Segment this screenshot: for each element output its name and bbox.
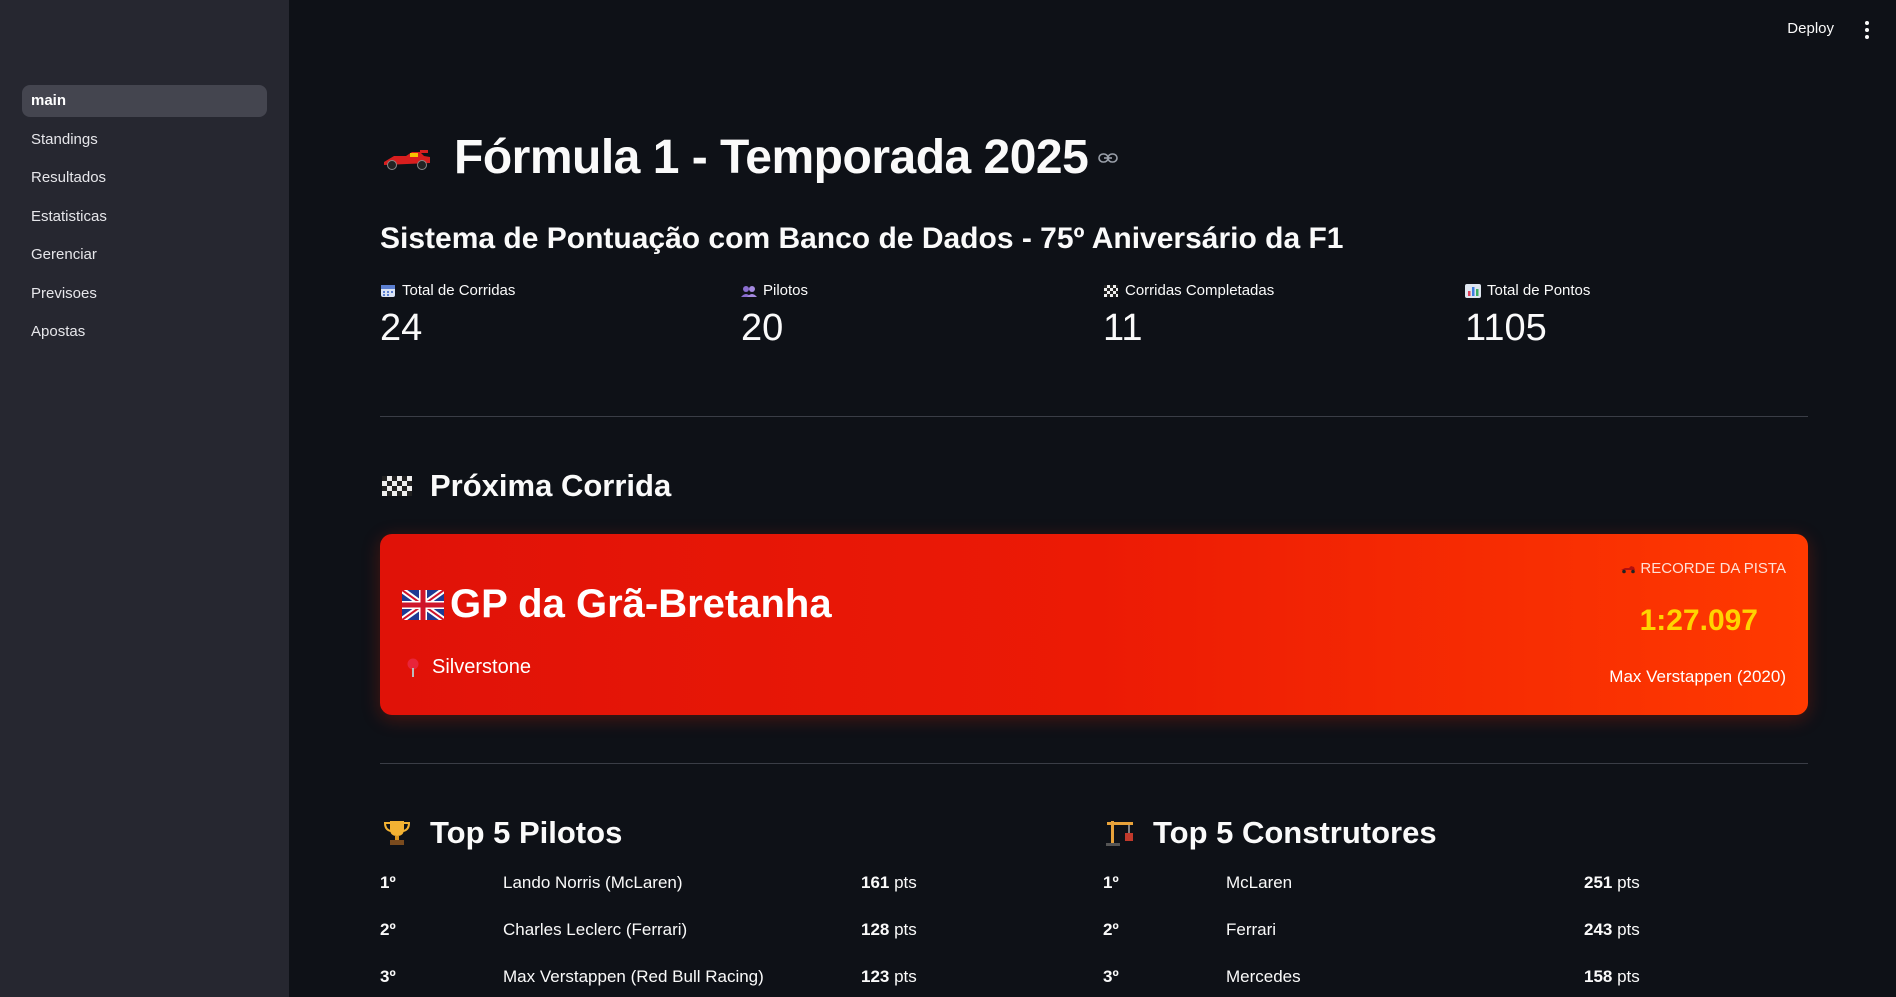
race-name: GP da Grã-Bretanha <box>450 582 832 626</box>
constructor-points: 251 pts <box>1584 873 1640 893</box>
race-car-icon <box>384 149 430 170</box>
calendar-icon <box>381 284 395 297</box>
sidebar-item-estatisticas[interactable]: Estatisticas <box>22 201 267 233</box>
sidebar-item-previsoes[interactable]: Previsoes <box>22 278 267 310</box>
driver-row: 1º Lando Norris (McLaren) 161 pts <box>380 873 940 903</box>
section-title: Top 5 Pilotos <box>430 815 623 850</box>
divider <box>380 763 1808 764</box>
track-record-holder: Max Verstappen (2020) <box>1609 667 1786 686</box>
uk-flag-icon <box>402 589 444 620</box>
top-constructors-section: Top 5 Construtores 1º McLaren 251 pts 2º… <box>1103 815 1640 986</box>
constructor-row: 1º McLaren 251 pts <box>1103 873 1663 903</box>
constructor-position: 2º <box>1103 920 1119 939</box>
points-unit: pts <box>889 967 917 986</box>
points-unit: pts <box>889 920 917 939</box>
page-title: Fórmula 1 - Temporada 2025 <box>454 131 1089 184</box>
constructor-row: 2º Ferrari 243 pts <box>1103 920 1663 950</box>
points-value: 128 <box>861 920 890 939</box>
construction-crane-icon <box>1106 821 1133 846</box>
points-unit: pts <box>1612 873 1640 892</box>
sidebar-item-resultados[interactable]: Resultados <box>22 162 267 194</box>
metric-label-row: Total de Corridas <box>380 282 515 299</box>
driver-position: 1º <box>380 873 396 892</box>
sidebar: main Standings Resultados Estatisticas G… <box>0 0 289 997</box>
people-icon <box>741 285 757 297</box>
constructor-name: Ferrari <box>1226 920 1277 939</box>
track-record-label: RECORDE DA PISTA <box>1640 560 1786 577</box>
points-value: 161 <box>861 873 890 892</box>
metric-label: Pilotos <box>763 282 809 299</box>
constructor-position: 3º <box>1103 967 1119 986</box>
metric-label: Total de Pontos <box>1487 282 1591 299</box>
constructor-row: 3º Mercedes 158 pts <box>1103 967 1663 997</box>
points-unit: pts <box>889 873 917 892</box>
constructor-points: 243 pts <box>1584 920 1640 940</box>
driver-position: 2º <box>380 920 396 939</box>
race-name-row: GP da Grã-Bretanha <box>402 582 832 627</box>
more-options-icon[interactable] <box>1864 21 1870 39</box>
metric-label: Total de Corridas <box>402 282 516 299</box>
metric-label-row: Pilotos <box>741 282 808 299</box>
points-value: 251 <box>1584 873 1613 892</box>
points-value: 123 <box>861 967 890 986</box>
top-drivers-section: Top 5 Pilotos 1º Lando Norris (McLaren) … <box>380 815 917 986</box>
next-race-heading: Próxima Corrida <box>380 468 671 504</box>
track-record-time: 1:27.097 <box>1639 604 1758 637</box>
driver-name: Charles Leclerc (Ferrari) <box>503 920 688 939</box>
metric-label: Corridas Completadas <box>1125 282 1275 299</box>
metrics-row: Total de Corridas 24 Pilotos 20 Corridas… <box>380 282 1808 362</box>
constructor-points: 158 pts <box>1584 967 1640 987</box>
sidebar-item-main[interactable]: main <box>22 85 267 117</box>
driver-name: Max Verstappen (Red Bull Racing) <box>503 967 764 986</box>
metric-value: 20 <box>741 307 784 349</box>
points-value: 243 <box>1584 920 1613 939</box>
bar-chart-icon <box>1465 283 1481 298</box>
metric-corridas-completadas: Corridas Completadas 11 <box>1103 282 1274 350</box>
race-car-icon <box>1621 565 1636 573</box>
top-drivers-heading: Top 5 Pilotos <box>380 815 622 851</box>
points-unit: pts <box>1612 920 1640 939</box>
points-value: 158 <box>1584 967 1613 986</box>
sidebar-item-standings[interactable]: Standings <box>22 124 267 156</box>
metric-total-pontos: Total de Pontos 1105 <box>1465 282 1590 350</box>
constructor-position: 1º <box>1103 873 1119 892</box>
points-unit: pts <box>1612 967 1640 986</box>
checkered-flag-icon <box>382 476 412 496</box>
page-subtitle: Sistema de Pontuação com Banco de Dados … <box>380 222 1344 255</box>
race-location-row: Silverstone <box>406 656 531 679</box>
link-icon[interactable] <box>1098 152 1119 164</box>
driver-points: 123 pts <box>861 967 917 987</box>
metric-value: 24 <box>380 307 423 349</box>
track-record-label-row: RECORDE DA PISTA <box>1620 560 1786 577</box>
top-constructors-heading: Top 5 Construtores <box>1103 815 1437 851</box>
constructor-name: McLaren <box>1226 873 1293 892</box>
trophy-icon <box>383 821 411 845</box>
checkered-flag-icon <box>1104 284 1118 297</box>
section-title: Top 5 Construtores <box>1153 815 1437 850</box>
top-bar: Deploy <box>289 0 1896 60</box>
driver-points: 161 pts <box>861 873 917 893</box>
driver-row: 3º Max Verstappen (Red Bull Racing) 123 … <box>380 967 940 997</box>
sidebar-item-gerenciar[interactable]: Gerenciar <box>22 239 267 271</box>
metric-label-row: Total de Pontos <box>1465 282 1590 299</box>
metric-label-row: Corridas Completadas <box>1103 282 1274 299</box>
driver-points: 128 pts <box>861 920 917 940</box>
next-race-card: GP da Grã-Bretanha Silverstone RECORDE D… <box>380 534 1808 715</box>
section-title: Próxima Corrida <box>430 468 672 503</box>
metric-total-corridas: Total de Corridas 24 <box>380 282 515 350</box>
driver-row: 2º Charles Leclerc (Ferrari) 128 pts <box>380 920 940 950</box>
metric-value: 11 <box>1103 307 1143 349</box>
divider <box>380 416 1808 417</box>
race-location: Silverstone <box>432 656 531 678</box>
sidebar-item-apostas[interactable]: Apostas <box>22 316 267 348</box>
metric-value: 1105 <box>1465 307 1547 349</box>
constructor-name: Mercedes <box>1226 967 1301 986</box>
metric-pilotos: Pilotos 20 <box>741 282 808 350</box>
driver-name: Lando Norris (McLaren) <box>503 873 683 892</box>
deploy-button[interactable]: Deploy <box>1787 20 1834 37</box>
location-pin-icon <box>407 658 419 677</box>
driver-position: 3º <box>380 967 396 986</box>
page-title-row: Fórmula 1 - Temporada 2025 <box>380 130 1119 185</box>
